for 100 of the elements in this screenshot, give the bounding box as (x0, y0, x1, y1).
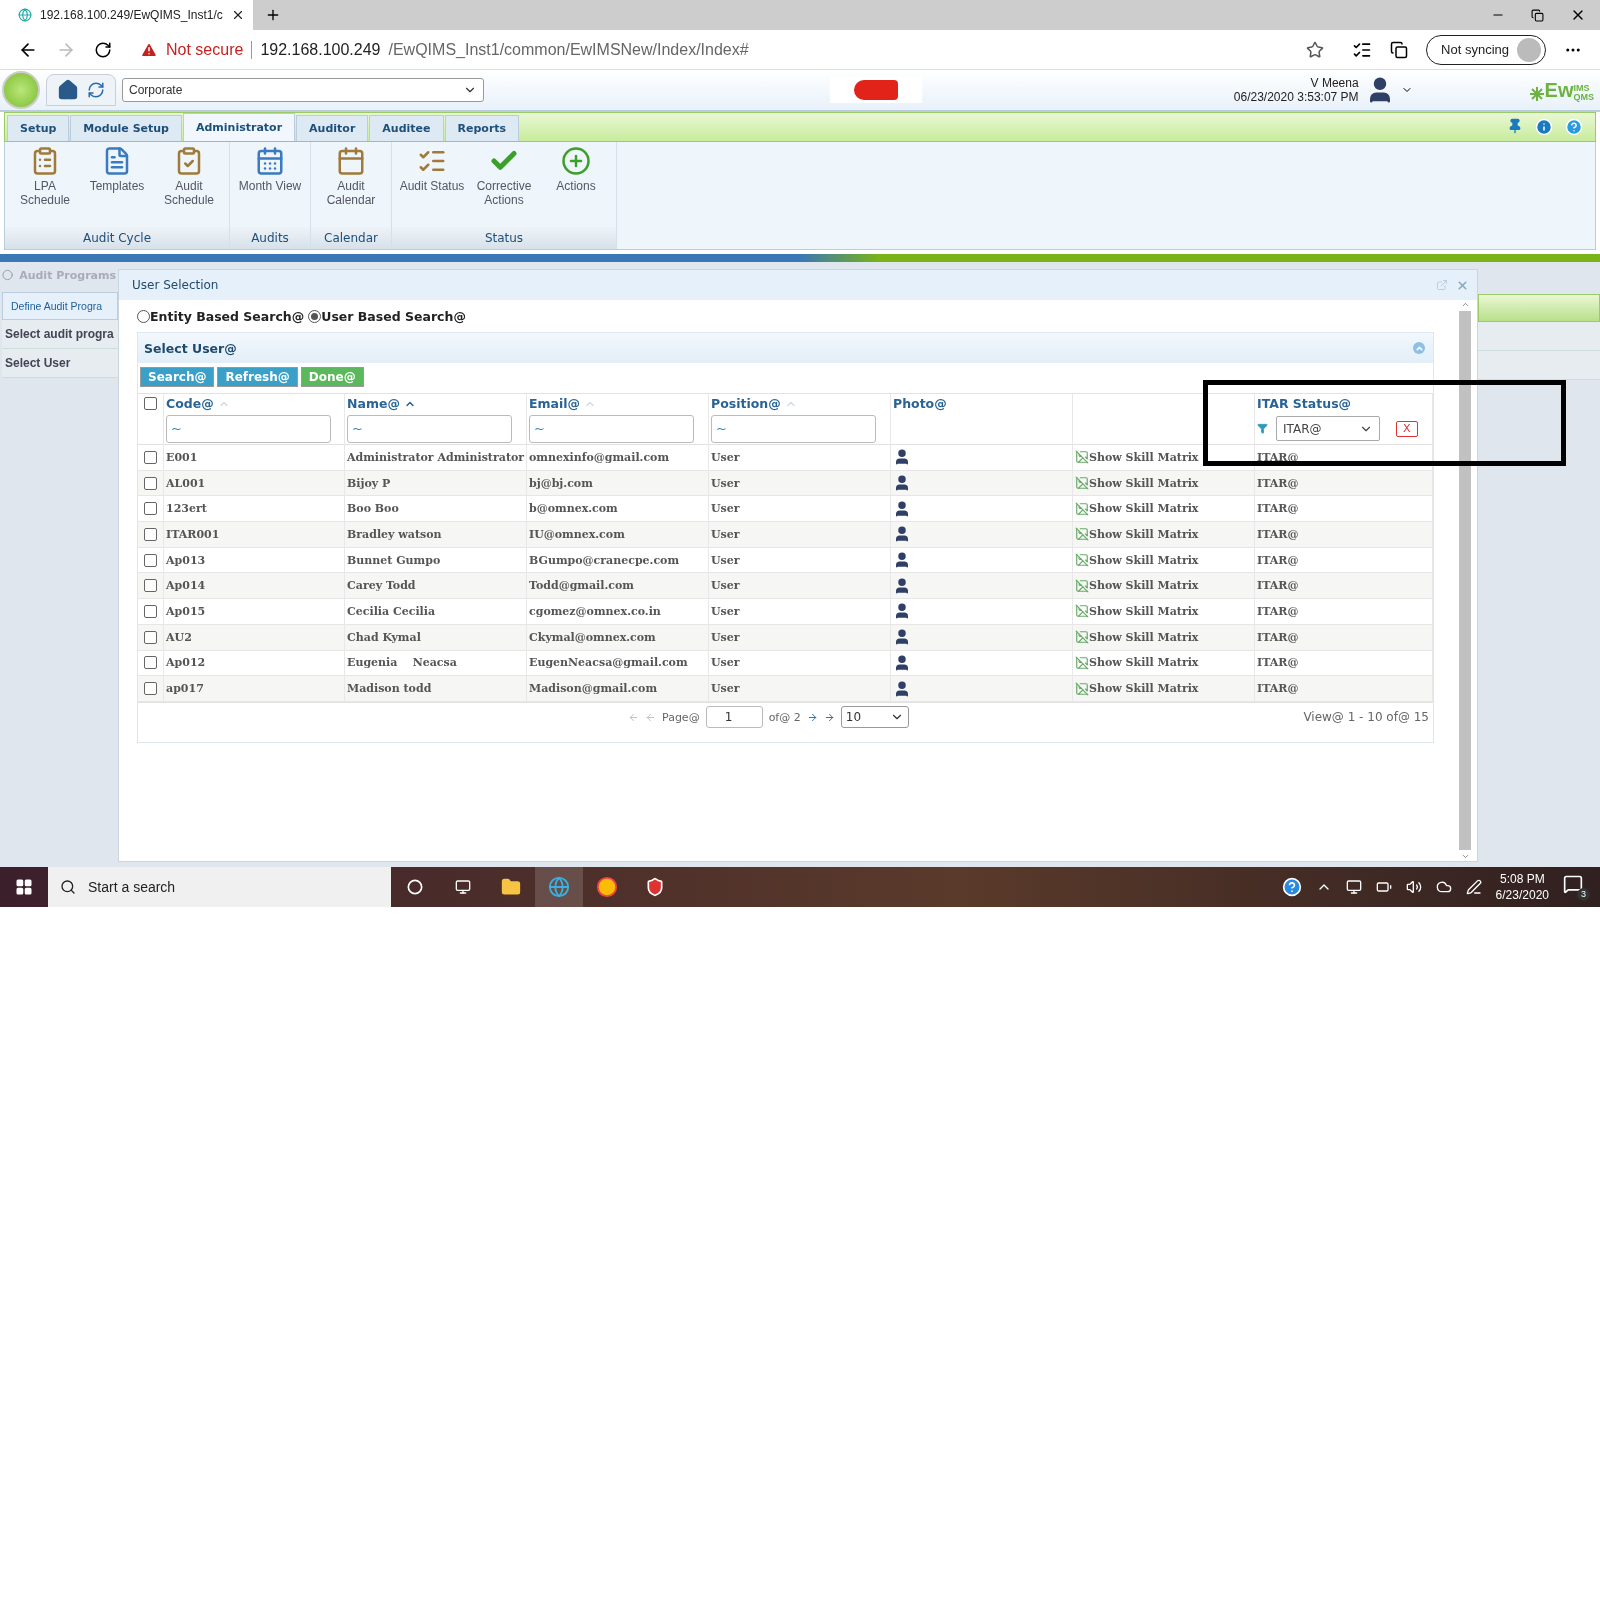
search-mode-radio[interactable]: User Based Search@ (308, 308, 466, 324)
column-header[interactable]: ITAR Status@ (1257, 396, 1352, 411)
scrollbar[interactable] (1457, 300, 1473, 861)
scroll-thumb[interactable] (1459, 311, 1471, 850)
table-cell: ITAR001 (166, 527, 220, 541)
message-icon (1563, 873, 1583, 894)
home-icon[interactable] (57, 79, 79, 101)
table-cell: User (711, 553, 740, 567)
organization-select[interactable]: Corporate (122, 78, 484, 102)
ribbon-button[interactable]: Actions (542, 146, 610, 223)
row-checkbox[interactable] (144, 450, 157, 464)
ribbon-button[interactable]: Audit Status (398, 146, 466, 223)
ribbon-button[interactable]: Audit Schedule (155, 146, 223, 223)
pen-icon[interactable] (1465, 879, 1482, 895)
select-all-checkbox[interactable] (144, 397, 157, 410)
filter-field[interactable]: ~ (711, 414, 876, 443)
ribbon-tab[interactable]: Reports (444, 115, 520, 141)
row-checkbox[interactable] (144, 502, 157, 516)
scroll-up-icon[interactable] (1460, 300, 1470, 309)
itar-filter-select[interactable]: ITAR@ (1276, 416, 1380, 441)
battery-icon[interactable] (1375, 879, 1392, 895)
table-cell: ITAR@ (1257, 630, 1299, 644)
clock[interactable]: 5:08 PM 6/23/2020 (1495, 871, 1549, 903)
volume-icon[interactable] (1405, 879, 1422, 895)
row-checkbox[interactable] (144, 527, 157, 541)
table-cell: Bunnet Gumpo (347, 553, 441, 567)
column-header[interactable]: Name@ (347, 396, 400, 411)
ribbon-button[interactable]: Month View (236, 146, 304, 223)
ribbon-tab[interactable]: Auditee (369, 115, 444, 141)
cloud-icon[interactable] (1435, 879, 1452, 895)
ribbon-button[interactable]: Corrective Actions (470, 146, 538, 223)
reload-icon[interactable] (94, 40, 112, 59)
filter-icon[interactable] (1257, 423, 1268, 434)
last-page-icon[interactable] (823, 711, 835, 723)
skill-matrix-link[interactable]: Show Skill Matrix (1075, 501, 1199, 516)
table-cell: omnexinfo@gmail.com (529, 450, 670, 464)
table-cell: ITAR@ (1257, 579, 1299, 593)
avatar-icon (1517, 37, 1541, 62)
monitor-icon[interactable] (1345, 879, 1362, 895)
page-count: of@ 2 (768, 710, 801, 724)
notification-icon[interactable]: 3 (1563, 873, 1590, 901)
person-icon (893, 474, 911, 493)
table-cell: User (711, 682, 740, 696)
windows-icon (15, 878, 33, 896)
ribbon-tab[interactable]: Administrator (183, 113, 296, 141)
sync-button[interactable]: Not syncing (1426, 34, 1546, 65)
ribbon-tab[interactable]: Auditor (296, 115, 369, 141)
skill-matrix-link[interactable]: Show Skill Matrix (1075, 450, 1199, 465)
filter-field[interactable]: ~ (166, 414, 331, 443)
filter-field[interactable]: ~ (529, 414, 694, 443)
pin-icon[interactable] (1507, 118, 1523, 134)
clear-filter-button[interactable]: X (1396, 420, 1418, 437)
table-cell: bj@bj.com (529, 476, 593, 490)
person-icon (893, 576, 911, 595)
asterisk-icon (1528, 85, 1545, 102)
table-cell: BGumpo@cranecpe.com (529, 553, 680, 567)
collections-icon[interactable] (1390, 40, 1409, 59)
column-header[interactable]: Email@ (529, 396, 581, 411)
column-header[interactable]: Photo@ (893, 396, 947, 411)
scroll-down-icon[interactable] (1460, 852, 1470, 861)
group-label: Calendar (311, 227, 391, 249)
restore-icon[interactable] (1531, 8, 1544, 22)
help-icon[interactable] (1281, 877, 1302, 897)
info-icon[interactable] (1535, 118, 1553, 136)
broken-image-icon (1075, 604, 1089, 619)
page-size-select[interactable]: 10 (840, 706, 909, 729)
broken-image-icon (1075, 450, 1089, 465)
next-page-icon[interactable] (806, 711, 818, 723)
table-cell: User (711, 527, 740, 541)
ribbon-button[interactable]: Audit Calendar (317, 146, 385, 223)
skill-matrix-link[interactable]: Show Skill Matrix (1075, 604, 1199, 619)
browser-tab[interactable]: 192.168.100.249/EwQIMS_Inst1/c (0, 0, 253, 30)
ribbon-tab[interactable]: Module Setup (70, 115, 182, 141)
column-header[interactable]: Position@ (711, 396, 781, 411)
row-checkbox[interactable] (144, 630, 157, 644)
taskbar-search[interactable]: Start a search (48, 867, 391, 907)
skill-matrix-link[interactable]: Show Skill Matrix (1075, 655, 1199, 670)
row-checkbox[interactable] (144, 682, 157, 696)
page-tab[interactable]: Define Audit Progra (2, 292, 118, 320)
refresh-icon[interactable] (87, 81, 105, 99)
row-checkbox[interactable] (144, 604, 157, 618)
broken-image-icon (1075, 501, 1089, 516)
plus-circle-icon (561, 146, 591, 176)
skill-matrix-link[interactable]: Show Skill Matrix (1075, 553, 1199, 568)
column-header[interactable]: Code@ (166, 396, 214, 411)
page-label: Page@ (662, 710, 700, 724)
row-checkbox[interactable] (144, 553, 157, 567)
row-checkbox[interactable] (144, 476, 157, 490)
ribbon-button[interactable]: Templates (83, 146, 151, 223)
ribbon-button[interactable]: LPA Schedule (11, 146, 79, 223)
table-cell: User (711, 450, 740, 464)
person-icon (893, 499, 911, 518)
table-cell: Boo Boo (347, 502, 399, 516)
favorite-icon[interactable] (1306, 40, 1325, 59)
row-checkbox[interactable] (144, 656, 157, 670)
search-mode-radio[interactable]: Entity Based Search@ (137, 308, 305, 324)
row-checkbox[interactable] (144, 579, 157, 593)
page-field[interactable]: 1 (705, 706, 763, 729)
filter-field[interactable]: ~ (347, 414, 512, 443)
ribbon-tab[interactable]: Setup (7, 115, 70, 141)
